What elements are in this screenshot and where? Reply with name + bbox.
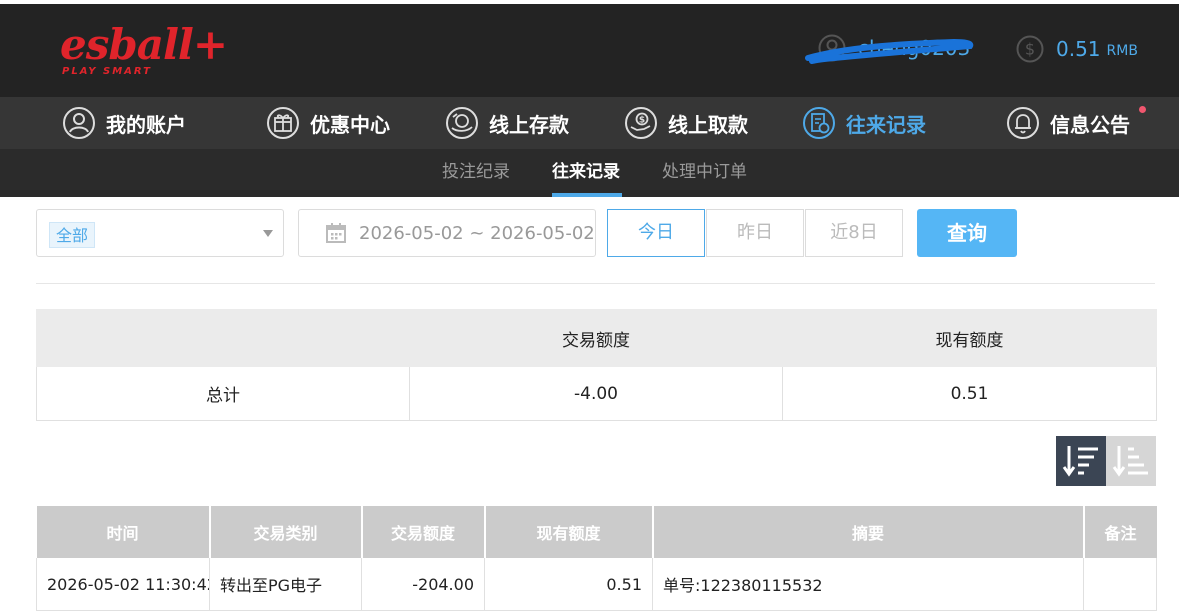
withdraw-icon: $ <box>625 107 657 139</box>
notification-dot <box>1139 106 1146 113</box>
header-time[interactable]: 时间 <box>36 506 211 558</box>
header-bar: esball+ PLAY SMART <box>0 4 1179 97</box>
nav-online-withdraw[interactable]: $ 线上取款 <box>624 97 748 149</box>
nav-label: 优惠中心 <box>310 112 390 137</box>
cell-balance: 0.51 <box>484 558 653 611</box>
user-avatar-icon <box>818 34 846 62</box>
username: cheng0203 <box>858 36 971 60</box>
sort-descending-icon <box>1062 446 1098 477</box>
svg-text:$: $ <box>1025 40 1035 59</box>
subtab-transaction-records[interactable]: 往来记录 <box>552 149 620 197</box>
transaction-type-select[interactable]: 全部 <box>36 209 284 257</box>
sort-descending-button[interactable] <box>1056 436 1106 486</box>
cell-time: 2026-05-02 11:30:42 <box>36 558 210 611</box>
cell-note <box>1083 558 1157 611</box>
nav-online-deposit[interactable]: 线上存款 <box>445 97 569 149</box>
deposit-icon <box>446 107 478 139</box>
nav-label: 信息公告 <box>1050 112 1130 137</box>
calendar-icon <box>326 223 346 243</box>
nav-label: 往来记录 <box>846 112 926 137</box>
user-circle-icon <box>63 107 95 139</box>
summary-header-blank <box>36 309 410 367</box>
header-amount[interactable]: 交易额度 <box>361 506 486 558</box>
chevron-down-icon <box>263 230 273 237</box>
nav-label: 线上取款 <box>668 112 748 137</box>
sub-nav: 投注纪录 往来记录 处理中订单 <box>0 149 1179 197</box>
nav-label: 线上存款 <box>489 112 569 137</box>
nav-announcements[interactable]: 信息公告 <box>1006 97 1130 149</box>
user-info[interactable]: cheng0203 <box>818 33 970 63</box>
summary-table: 交易额度 现有额度 总计 -4.00 0.51 <box>36 309 1157 421</box>
summary-total-current-amount: 0.51 <box>782 366 1157 421</box>
range-yesterday-button[interactable]: 昨日 <box>706 209 804 257</box>
gift-icon <box>267 107 299 139</box>
nav-label: 我的账户 <box>106 112 186 137</box>
transaction-table: 时间 交易类别 交易额度 现有额度 摘要 备注 2026-05-02 11:30… <box>36 506 1157 611</box>
header-note[interactable]: 备注 <box>1083 506 1157 558</box>
nav-my-account[interactable]: 我的账户 <box>62 97 186 149</box>
range-today-button[interactable]: 今日 <box>607 209 705 257</box>
balance-currency: RMB <box>1106 43 1138 59</box>
subtab-bet-records[interactable]: 投注纪录 <box>442 149 510 197</box>
table-row: 2026-05-02 11:30:42 转出至PG电子 -204.00 0.51… <box>36 558 1157 611</box>
summary-total-row: 总计 -4.00 0.51 <box>36 366 1157 421</box>
filter-divider <box>36 283 1155 284</box>
balance-amount: 0.51 <box>1056 37 1101 61</box>
date-range-picker[interactable]: 2026-05-02 ~ 2026-05-02 <box>298 209 596 257</box>
svg-text:$: $ <box>639 116 645 126</box>
query-button[interactable]: 查询 <box>917 209 1017 257</box>
sort-ascending-button[interactable] <box>1106 436 1156 486</box>
cell-amount: -204.00 <box>361 558 485 611</box>
summary-total-label: 总计 <box>36 366 410 421</box>
main-nav: 我的账户 优惠中心 线上存款 $ 线上取款 往来记录 信息公告 <box>0 97 1179 149</box>
range-last-8-days-button[interactable]: 近8日 <box>805 209 903 257</box>
logo-tagline: PLAY SMART <box>62 66 152 77</box>
logo-wordmark: esball+ <box>60 20 228 69</box>
bell-icon <box>1007 107 1039 139</box>
nav-transaction-records[interactable]: 往来记录 <box>802 97 926 149</box>
selected-type-tag: 全部 <box>49 222 96 248</box>
date-range-value: 2026-05-02 ~ 2026-05-02 <box>359 222 595 244</box>
cell-type: 转出至PG电子 <box>209 558 362 611</box>
dollar-icon: $ <box>1016 35 1044 63</box>
cell-summary: 单号:122380115532 <box>652 558 1084 611</box>
balance-display: $ 0.51 RMB <box>1016 34 1138 64</box>
record-icon <box>803 107 835 139</box>
summary-header-trade-amount: 交易额度 <box>409 309 783 367</box>
sort-ascending-icon <box>1112 446 1148 477</box>
header-summary[interactable]: 摘要 <box>652 506 1085 558</box>
nav-promotions[interactable]: 优惠中心 <box>266 97 390 149</box>
summary-header-row: 交易额度 现有额度 <box>36 309 1157 367</box>
summary-header-current-amount: 现有额度 <box>782 309 1157 367</box>
esball-logo[interactable]: esball+ PLAY SMART <box>60 22 228 82</box>
transaction-header-row: 时间 交易类别 交易额度 现有额度 摘要 备注 <box>36 506 1157 558</box>
summary-total-trade-amount: -4.00 <box>409 366 783 421</box>
active-subtab-indicator <box>552 193 622 197</box>
subtab-pending-orders[interactable]: 处理中订单 <box>662 149 747 197</box>
header-type[interactable]: 交易类别 <box>209 506 363 558</box>
header-balance[interactable]: 现有额度 <box>484 506 654 558</box>
